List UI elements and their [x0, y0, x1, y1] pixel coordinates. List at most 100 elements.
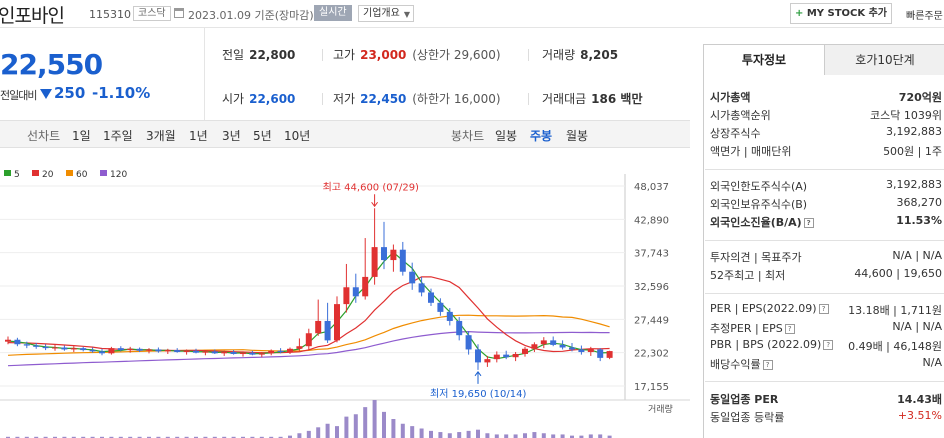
volume-bar — [419, 428, 424, 438]
divider — [322, 49, 323, 61]
candle-body — [324, 320, 331, 341]
company-overview-select[interactable]: 기업개요 ▼ — [358, 5, 414, 22]
volume-bar — [372, 400, 377, 438]
legend-label: 5 — [14, 170, 20, 180]
weekly-candle-chart[interactable]: 48,037 42,890 37,743 32,596 27,449 22,302 17,1… — [0, 150, 690, 438]
help-icon[interactable]: ? — [823, 340, 834, 350]
legend-swatch — [4, 170, 11, 176]
y-tick-label: 22,302 — [634, 349, 669, 360]
tab-investment-info[interactable]: 투자정보 — [704, 45, 824, 75]
candle-body — [484, 359, 491, 363]
help-icon[interactable]: ? — [762, 360, 773, 370]
help-icon[interactable]: ? — [818, 304, 829, 314]
candle-body — [240, 352, 246, 354]
divider — [528, 93, 529, 105]
info-value: 500원 | 1주 — [883, 145, 942, 158]
info-row: 시가총액 720억원 — [710, 89, 942, 107]
period-3m[interactable]: 3개월 — [146, 127, 176, 144]
divider — [705, 169, 944, 170]
divider — [705, 381, 944, 382]
amount-value: 186 백만 — [591, 92, 643, 106]
high-label: 고가 — [333, 48, 356, 62]
info-row: 52주최고 | 최저 44,600 | 19,650 — [710, 267, 942, 285]
candle-body — [606, 351, 613, 358]
info-row: 외국인한도주식수(A) 3,192,883 — [710, 178, 942, 196]
volume-bar — [297, 433, 302, 438]
info-value: N/A | N/A — [892, 249, 942, 262]
add-mystock-button[interactable]: + MY STOCK 추가 — [790, 3, 892, 24]
open-value: 22,600 — [249, 92, 296, 106]
info-row: 시가총액순위 코스닥 1039위 — [710, 107, 942, 125]
period-monthly[interactable]: 월봉 — [566, 127, 588, 144]
candle-body — [334, 304, 340, 341]
volume-bar — [335, 426, 339, 438]
info-row: 동일업종 등락률 +3.51% — [710, 409, 942, 427]
divider — [204, 28, 205, 120]
period-weekly[interactable]: 주봉 — [530, 127, 552, 144]
volume-bar — [588, 434, 593, 438]
change-percent: -1.10% — [92, 84, 151, 102]
info-value: 368,270 — [896, 196, 943, 209]
volume-bar — [513, 434, 518, 438]
candle-body — [221, 352, 228, 354]
candle-body — [409, 271, 416, 284]
candle-body — [61, 347, 68, 350]
prev-close-label: 전일 — [222, 48, 245, 62]
candle-body — [202, 351, 209, 353]
candle-body — [597, 349, 604, 358]
add-mystock-label: MY STOCK 추가 — [806, 8, 888, 19]
volume-bar — [532, 432, 537, 438]
candle-body — [559, 344, 566, 348]
chevron-down-icon: ▼ — [403, 10, 410, 19]
candle-body — [230, 352, 237, 354]
period-1w[interactable]: 1주일 — [103, 127, 133, 144]
info-key: 동일업종 PER — [710, 393, 779, 406]
candle-body — [475, 349, 481, 363]
change-label: 전일대비 — [0, 89, 37, 102]
volume-bar — [344, 416, 349, 438]
candle-body — [456, 320, 463, 336]
trade-amount: 거래대금 186 백만 — [542, 90, 642, 107]
period-1d[interactable]: 1일 — [72, 127, 91, 144]
period-1y[interactable]: 1년 — [189, 127, 208, 144]
period-daily[interactable]: 일봉 — [495, 127, 517, 144]
candle-body — [193, 350, 199, 353]
lower-limit: (하한가 16,000) — [412, 92, 501, 106]
volume-bar — [400, 423, 405, 438]
candle-body — [33, 345, 40, 347]
candle-body — [437, 302, 444, 312]
volume-value: 8,205 — [580, 48, 619, 62]
period-3y[interactable]: 3년 — [222, 127, 241, 144]
quick-order-link[interactable]: 빠른주문 — [906, 7, 943, 22]
candle-body — [155, 349, 162, 352]
tab-orderbook-10[interactable]: 호가10단계 — [824, 45, 944, 75]
help-icon[interactable]: ? — [803, 218, 814, 228]
candle-body — [258, 353, 265, 355]
stock-name: 인포바인 — [0, 5, 65, 27]
y-tick-label: 32,596 — [634, 282, 669, 293]
info-row: 외국인보유주식수(B) 368,270 — [710, 196, 942, 214]
realtime-badge[interactable]: 실시간 — [314, 5, 352, 21]
help-icon[interactable]: ? — [784, 324, 795, 334]
volume-bar — [410, 426, 415, 438]
info-key: 배당수익률? — [710, 356, 773, 372]
divider — [705, 240, 944, 241]
period-10y[interactable]: 10년 — [284, 127, 310, 144]
y-tick-label: 27,449 — [634, 315, 669, 326]
volume-bar — [391, 419, 396, 438]
candle-body — [522, 348, 528, 354]
candle-body — [362, 276, 369, 297]
volume-bar — [504, 434, 509, 438]
candle-body — [305, 333, 312, 347]
candle-body — [268, 350, 275, 354]
candle-body — [183, 350, 190, 353]
candle-body — [211, 351, 218, 354]
legend-swatch — [100, 170, 107, 176]
period-5y[interactable]: 5년 — [253, 127, 272, 144]
candle-body — [164, 350, 171, 352]
info-value: 3,192,883 — [886, 178, 942, 191]
market-badge: 코스닥 — [133, 6, 171, 21]
candle-body — [399, 249, 406, 272]
candle-chart-label: 봉차트 — [451, 129, 485, 143]
high-price: 고가 23,000 (상한가 29,600) — [333, 46, 501, 63]
